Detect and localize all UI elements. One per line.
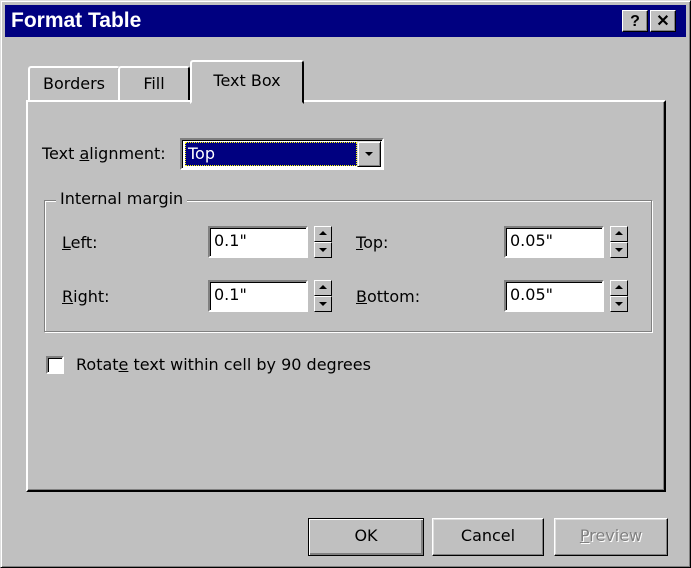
chevron-down-icon[interactable] xyxy=(357,141,381,167)
text-alignment-value: Top xyxy=(185,142,357,166)
spin-down-icon[interactable] xyxy=(314,296,332,312)
left-margin-input[interactable]: 0.1" xyxy=(208,226,308,258)
preview-accelerator: P xyxy=(579,526,590,545)
rotate-text-label-part: Rotat xyxy=(76,355,119,374)
right-margin-spinner[interactable] xyxy=(314,280,332,312)
bottom-margin-label-rest: ottom: xyxy=(366,287,421,306)
text-alignment-label-part: lignment: xyxy=(89,144,166,163)
spin-up-icon[interactable] xyxy=(314,226,332,242)
bottom-margin-spinner[interactable] xyxy=(610,280,628,312)
ok-button[interactable]: OK xyxy=(308,518,424,556)
right-margin-accelerator: R xyxy=(62,287,74,306)
internal-margin-group xyxy=(44,200,652,332)
rotate-text-label[interactable]: Rotate text within cell by 90 degrees xyxy=(76,355,371,375)
bottom-margin-input[interactable]: 0.05" xyxy=(504,280,604,312)
top-margin-label-rest: op: xyxy=(363,233,389,252)
tab-borders[interactable]: Borders xyxy=(28,66,120,102)
bottom-margin-label: Bottom: xyxy=(356,287,420,307)
rotate-text-checkbox[interactable] xyxy=(46,356,64,374)
spin-down-icon[interactable] xyxy=(314,242,332,258)
tab-fill[interactable]: Fill xyxy=(118,66,190,102)
right-margin-label: Right: xyxy=(62,287,110,307)
title-bar[interactable]: Format Table ? ✕ xyxy=(5,5,686,37)
preview-button[interactable]: Preview xyxy=(554,518,668,556)
right-margin-label-rest: ight: xyxy=(73,287,110,306)
internal-margin-legend: Internal margin xyxy=(56,188,188,210)
spin-down-icon[interactable] xyxy=(610,242,628,258)
top-margin-label: Top: xyxy=(356,233,388,253)
text-alignment-select[interactable]: Top xyxy=(180,138,384,170)
dialog-title: Format Table xyxy=(11,9,142,32)
rotate-text-accelerator: e xyxy=(118,355,129,374)
rotate-text-label-part: text within cell by 90 degrees xyxy=(128,355,371,374)
spin-down-icon[interactable] xyxy=(610,296,628,312)
right-margin-input[interactable]: 0.1" xyxy=(208,280,308,312)
preview-label-rest: review xyxy=(589,526,643,545)
text-alignment-label-part: Text xyxy=(42,144,80,163)
left-margin-spinner[interactable] xyxy=(314,226,332,258)
text-alignment-label: Text alignment: xyxy=(42,144,166,164)
close-button[interactable]: ✕ xyxy=(650,10,676,32)
spin-up-icon[interactable] xyxy=(610,280,628,296)
text-alignment-accelerator: a xyxy=(79,144,90,163)
spin-up-icon[interactable] xyxy=(610,226,628,242)
top-margin-input[interactable]: 0.05" xyxy=(504,226,604,258)
bottom-margin-accelerator: B xyxy=(356,287,367,306)
left-margin-label: Left: xyxy=(62,233,98,253)
top-margin-accelerator: T xyxy=(356,233,364,252)
left-margin-accelerator: L xyxy=(62,233,71,252)
left-margin-label-rest: eft: xyxy=(70,233,98,252)
help-button[interactable]: ? xyxy=(622,10,648,32)
spin-up-icon[interactable] xyxy=(314,280,332,296)
top-margin-spinner[interactable] xyxy=(610,226,628,258)
tab-text-box[interactable]: Text Box xyxy=(190,60,304,104)
cancel-button[interactable]: Cancel xyxy=(432,518,544,556)
